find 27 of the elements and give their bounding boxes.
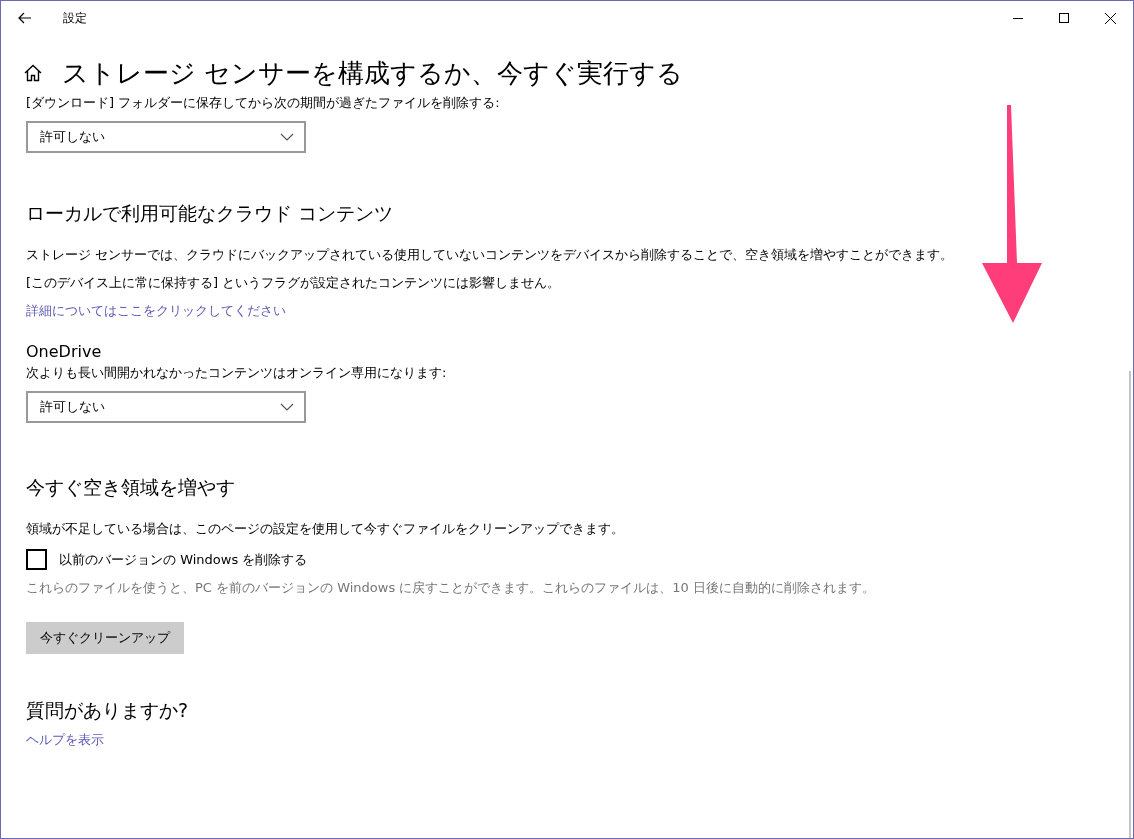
subsection-title: OneDrive <box>26 341 102 363</box>
setting-label: [ダウンロード] フォルダーに保存してから次の期間が過ぎたファイルを削除する: <box>26 94 500 112</box>
hint-text: これらのファイルを使うと、PC を前のバージョンの Windows に戻すことができます。これらのファイルは、10 日後に自動的に削除されます。 <box>26 579 876 597</box>
dropdown[interactable]: 許可しない <box>26 391 306 423</box>
chevron-down-icon <box>280 403 294 411</box>
close-icon <box>1104 12 1116 24</box>
help-link[interactable]: ヘルプを表示 <box>26 730 104 750</box>
cleanup-button[interactable]: 今すぐクリーンアップ <box>26 622 184 654</box>
description-text: [このデバイス上に常に保持する] というフラグが設定されたコンテンツには影響しません。 <box>26 274 561 292</box>
dropdown[interactable]: 許可しない <box>26 121 306 153</box>
minimize-icon <box>1013 17 1023 19</box>
checkbox[interactable] <box>26 549 47 570</box>
learn-more-link[interactable]: 詳細についてはここをクリックしてください <box>26 301 286 321</box>
window-title: 設定 <box>63 9 88 27</box>
back-arrow-icon <box>18 12 32 24</box>
section-heading: ローカルで利用可能なクラウド コンテンツ <box>26 201 394 226</box>
chevron-down-icon <box>280 133 294 141</box>
home-icon[interactable] <box>24 64 42 82</box>
scrollbar[interactable] <box>1129 371 1131 838</box>
section-heading: 質問がありますか? <box>26 698 189 723</box>
checkbox-label: 以前のバージョンの Windows を削除する <box>59 550 308 569</box>
description-text: ストレージ センサーでは、クラウドにバックアップされている使用していないコンテンツをデバイスから削除することで、空き領域を増やすことができます。 <box>26 246 954 264</box>
description-text: 領域が不足している場合は、このページの設定を使用して今すぐファイルをクリーンアップできます。 <box>26 520 624 538</box>
page-title: ストレージ センサーを構成するか、今すぐ実行する <box>62 57 684 90</box>
setting-label: 次よりも長い間開かれなかったコンテンツはオンライン専用になります: <box>26 364 447 382</box>
maximize-icon <box>1059 13 1069 23</box>
section-heading: 今すぐ空き領域を増やす <box>26 475 235 500</box>
